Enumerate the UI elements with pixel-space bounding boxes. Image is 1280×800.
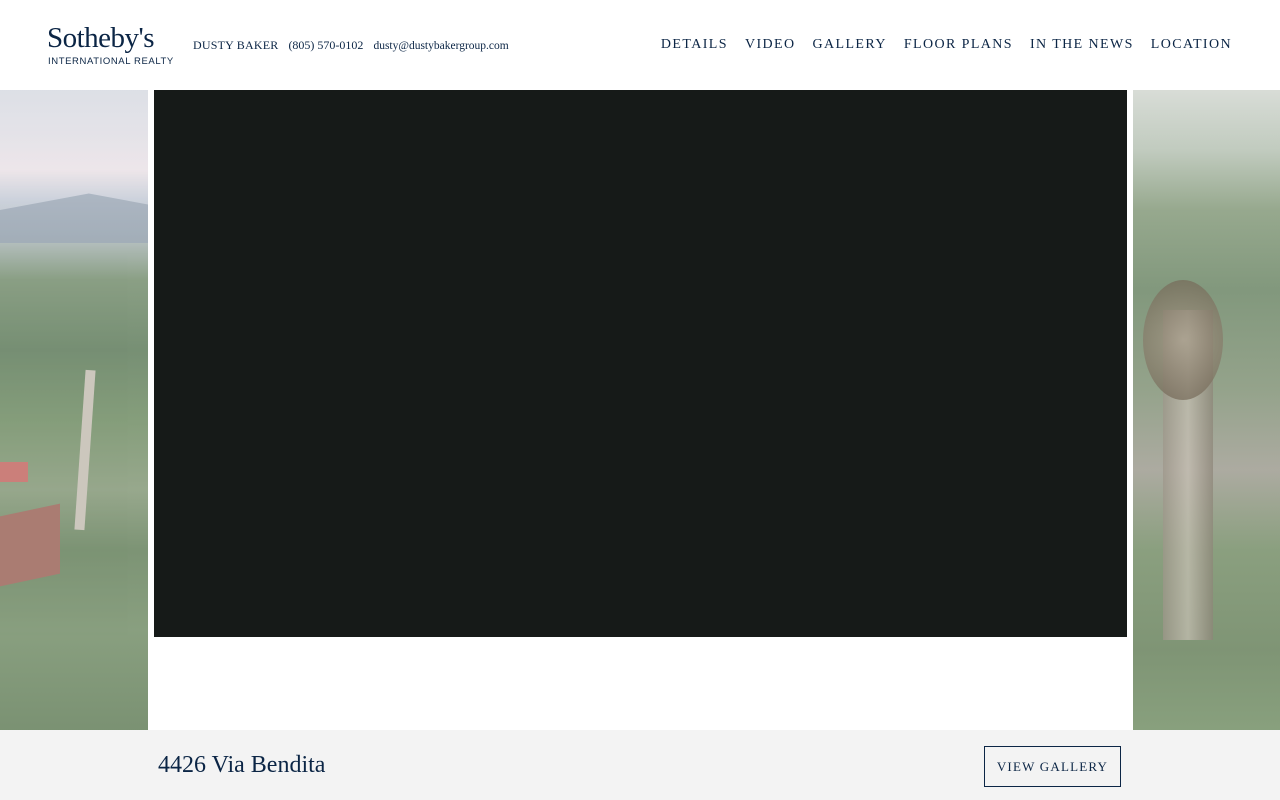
property-video-player[interactable]	[154, 90, 1127, 637]
logo-wordmark: Sotheby's	[47, 22, 155, 54]
main-nav: DETAILS VIDEO GALLERY FLOOR PLANS IN THE…	[661, 37, 1232, 53]
palm-tree	[74, 369, 96, 531]
left-property-photo	[0, 90, 148, 730]
agent-phone[interactable]: (805) 570-0102	[288, 38, 363, 52]
nav-item-gallery[interactable]: GALLERY	[812, 37, 886, 53]
nav-item-in-the-news[interactable]: IN THE NEWS	[1030, 37, 1134, 53]
nav-item-video[interactable]: VIDEO	[745, 37, 796, 53]
logo-subtitle: INTERNATIONAL REALTY	[48, 56, 174, 67]
view-gallery-button[interactable]: VIEW GALLERY	[984, 746, 1121, 787]
agent-name: DUSTY BAKER	[193, 38, 279, 52]
tennis-court	[0, 503, 60, 587]
nav-item-location[interactable]: LOCATION	[1151, 37, 1232, 53]
sothebys-logo[interactable]: Sotheby's INTERNATIONAL REALTY	[47, 22, 173, 70]
nav-item-floor-plans[interactable]: FLOOR PLANS	[904, 37, 1013, 53]
palm-crown-right	[1143, 280, 1223, 400]
mountain-shape	[0, 193, 148, 243]
site-header: Sotheby's INTERNATIONAL REALTY DUSTY BAK…	[0, 0, 1280, 90]
house-roof	[0, 462, 28, 482]
agent-contact: DUSTY BAKER (805) 570-0102 dusty@dustyba…	[193, 38, 516, 53]
property-address: 4426 Via Bendita	[158, 752, 326, 778]
nav-item-details[interactable]: DETAILS	[661, 37, 728, 53]
agent-email[interactable]: dusty@dustybakergroup.com	[373, 40, 508, 52]
